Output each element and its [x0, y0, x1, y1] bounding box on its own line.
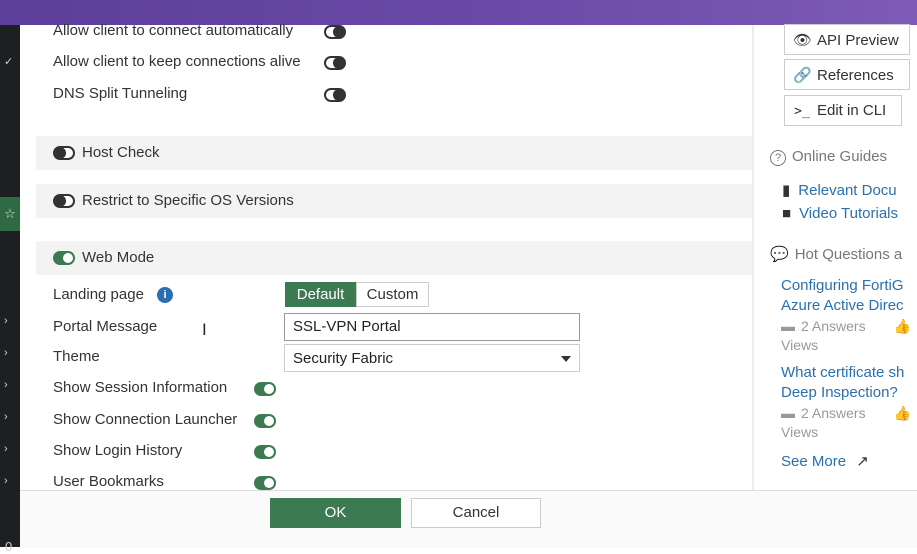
show-login-history-label: Show Login History: [53, 442, 183, 459]
online-guides-header: ? Online Guides: [770, 148, 887, 166]
caret-down-icon: [561, 356, 571, 362]
show-session-info-toggle[interactable]: [254, 382, 276, 396]
comments-icon: 💬: [770, 246, 789, 263]
link-icon: 🔗: [793, 67, 812, 84]
references-button[interactable]: 🔗 References: [784, 59, 910, 90]
show-login-history-toggle[interactable]: [254, 445, 276, 459]
panel-divider: [752, 25, 754, 490]
thumbs-up-icon: 👍: [893, 405, 911, 421]
allow-keep-alive-label: Allow client to keep connections alive: [53, 53, 301, 70]
see-more-link[interactable]: See More ↗: [781, 452, 869, 470]
chevron-right-icon[interactable]: ›: [4, 443, 8, 455]
cancel-button[interactable]: Cancel: [411, 498, 541, 528]
help-circle-icon: ?: [770, 150, 786, 166]
edit-in-cli-label: Edit in CLI: [817, 102, 887, 119]
restrict-os-title: Restrict to Specific OS Versions: [82, 192, 294, 209]
question-1-answers: ▬ 2 Answers 👍: [781, 318, 911, 334]
chevron-right-icon[interactable]: ›: [4, 475, 8, 487]
star-icon[interactable]: ☆: [0, 197, 20, 231]
question-link-1-line2[interactable]: Azure Active Direc: [781, 297, 904, 314]
show-connection-launcher-toggle[interactable]: [254, 414, 276, 428]
question-1-views: Views: [781, 337, 819, 353]
portal-message-input[interactable]: SSL-VPN Portal: [284, 313, 580, 341]
video-tutorials-link[interactable]: ■ Video Tutorials: [782, 205, 898, 222]
user-bookmarks-label: User Bookmarks: [53, 473, 164, 490]
relevant-docs-link[interactable]: ▮ Relevant Docu: [782, 181, 897, 199]
api-preview-button[interactable]: 👁 API Preview: [784, 24, 910, 55]
chevron-right-icon[interactable]: ›: [4, 379, 8, 391]
host-check-toggle[interactable]: [53, 146, 75, 160]
api-preview-label: API Preview: [817, 32, 899, 49]
theme-select-value: Security Fabric: [293, 350, 394, 367]
theme-select[interactable]: Security Fabric: [284, 344, 580, 372]
allow-connect-auto-label: Allow client to connect automatically: [53, 22, 294, 39]
web-mode-title: Web Mode: [82, 249, 155, 266]
info-icon[interactable]: i: [157, 287, 173, 303]
text-cursor-icon: I: [202, 320, 207, 339]
comment-icon: ▬: [781, 405, 795, 421]
book-icon: ▮: [782, 182, 791, 199]
restrict-os-section: Restrict to Specific OS Versions: [36, 184, 752, 218]
ok-button[interactable]: OK: [270, 498, 401, 528]
show-connection-launcher-label: Show Connection Launcher: [53, 411, 238, 428]
landing-page-label: Landing page: [53, 286, 144, 303]
thumbs-up-icon: 👍: [893, 318, 911, 334]
video-icon: ■: [782, 205, 792, 222]
question-link-1-line1[interactable]: Configuring FortiG: [781, 277, 904, 294]
allow-connect-auto-toggle[interactable]: [324, 25, 346, 39]
question-link-2-line1[interactable]: What certificate sh: [781, 364, 904, 381]
user-bookmarks-toggle[interactable]: [254, 476, 276, 490]
edit-in-cli-button[interactable]: >_ Edit in CLI: [784, 95, 902, 126]
host-check-section: Host Check: [36, 136, 752, 170]
portal-message-label: Portal Message: [53, 318, 158, 335]
web-mode-toggle[interactable]: [53, 251, 75, 265]
left-nav-strip: ✓ ☆ › › › › › › 0: [0, 25, 20, 554]
web-mode-section: Web Mode: [36, 241, 752, 275]
show-session-info-label: Show Session Information: [53, 379, 228, 396]
chevron-icon[interactable]: ✓: [4, 55, 13, 68]
dns-split-label: DNS Split Tunneling: [53, 85, 188, 102]
question-link-2-line2[interactable]: Deep Inspection?: [781, 384, 898, 401]
eye-icon: 👁: [793, 32, 813, 49]
chevron-right-icon[interactable]: ›: [4, 347, 8, 359]
question-2-answers: ▬ 2 Answers 👍: [781, 405, 911, 421]
restrict-os-toggle[interactable]: [53, 194, 75, 208]
terminal-icon: >_: [794, 104, 810, 119]
landing-custom-button[interactable]: Custom: [356, 282, 429, 307]
host-check-title: Host Check: [82, 144, 160, 161]
external-link-icon: ↗: [856, 453, 869, 470]
question-2-views: Views: [781, 424, 819, 440]
comment-icon: ▬: [781, 318, 795, 334]
hot-questions-header: 💬 Hot Questions a: [770, 246, 903, 263]
chevron-right-icon[interactable]: ›: [4, 411, 8, 423]
references-label: References: [817, 67, 894, 84]
theme-label: Theme: [53, 348, 100, 365]
dns-split-toggle[interactable]: [324, 88, 346, 102]
allow-keep-alive-toggle[interactable]: [324, 56, 346, 70]
landing-default-button[interactable]: Default: [285, 282, 356, 307]
chevron-right-icon[interactable]: ›: [4, 315, 8, 327]
